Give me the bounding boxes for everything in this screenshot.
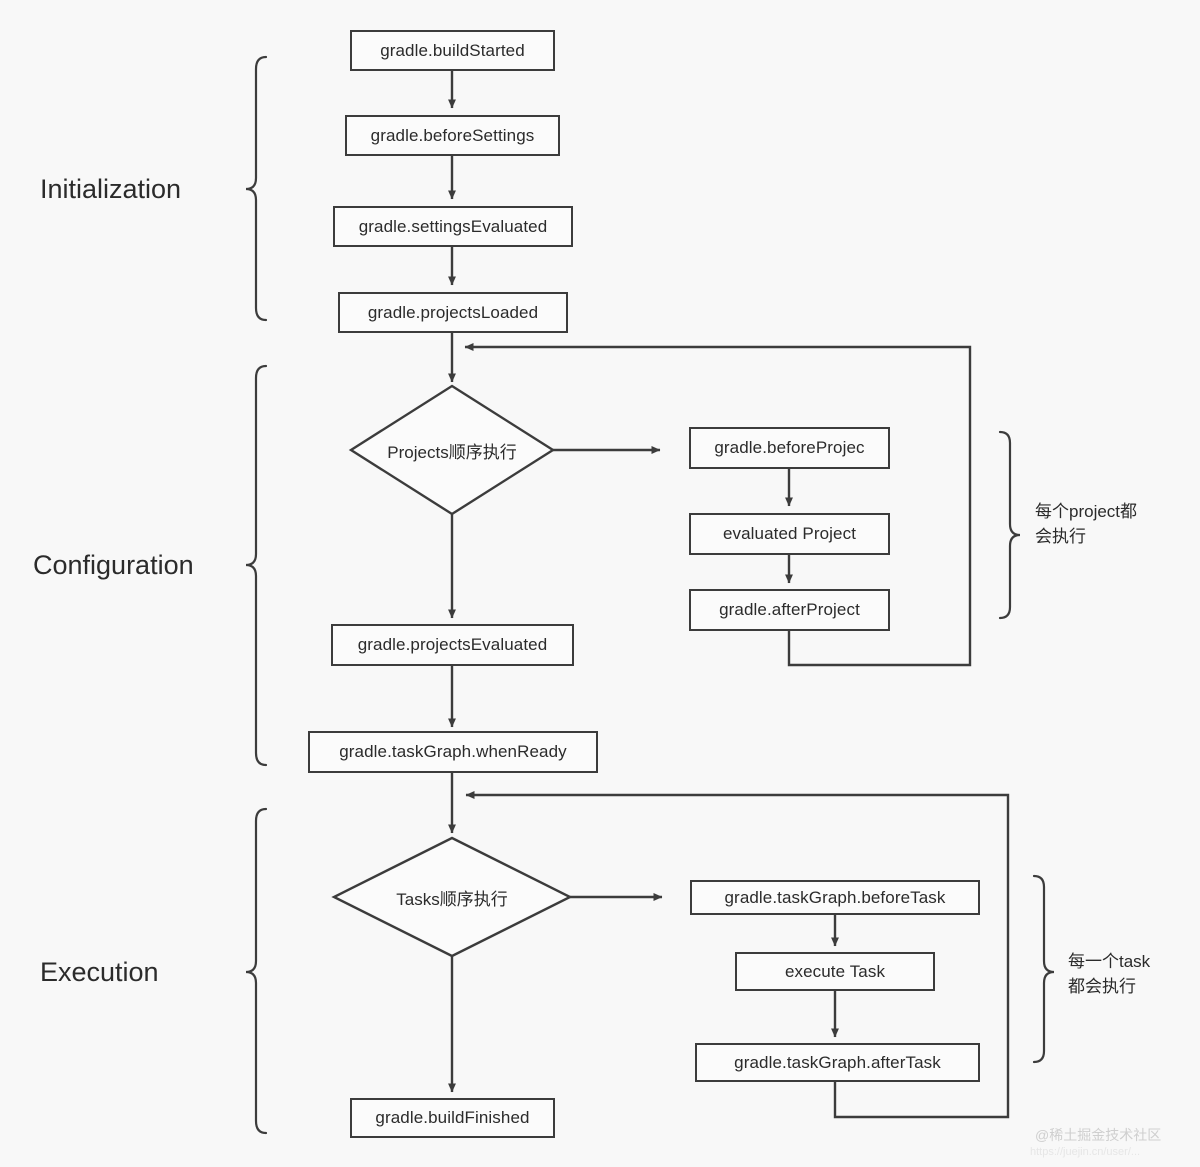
node-gradle-projects-loaded[interactable]: gradle.projectsLoaded: [338, 292, 568, 333]
node-evaluated-project[interactable]: evaluated Project: [689, 513, 890, 555]
stage-label-initialization: Initialization: [40, 174, 182, 204]
brace-initialization: [245, 55, 268, 322]
node-execute-task[interactable]: execute Task: [735, 952, 935, 991]
brace-configuration: [245, 364, 268, 767]
brace-per-project: [998, 430, 1021, 620]
node-tasks-decision-label[interactable]: Tasks顺序执行: [352, 883, 552, 911]
stage-label-execution: Execution: [40, 957, 159, 987]
node-gradle-after-project[interactable]: gradle.afterProject: [689, 589, 890, 631]
stage-label-configuration: Configuration: [33, 550, 194, 580]
node-gradle-taskgraph-whenready[interactable]: gradle.taskGraph.whenReady: [308, 731, 598, 773]
flowchart-canvas: Initialization Configuration Execution g…: [0, 0, 1200, 1167]
node-gradle-build-started[interactable]: gradle.buildStarted: [350, 30, 555, 71]
node-gradle-projects-evaluated[interactable]: gradle.projectsEvaluated: [331, 624, 574, 666]
watermark-handle: @稀土掘金技术社区: [1035, 1127, 1162, 1143]
node-projects-decision-label[interactable]: Projects顺序执行: [352, 436, 552, 464]
brace-per-task: [1032, 874, 1055, 1064]
node-gradle-build-finished[interactable]: gradle.buildFinished: [350, 1098, 555, 1138]
node-gradle-before-settings[interactable]: gradle.beforeSettings: [345, 115, 560, 156]
brace-execution: [245, 807, 268, 1135]
note-per-project: 每个project都 会执行: [1035, 502, 1138, 546]
node-gradle-taskgraph-after-task[interactable]: gradle.taskGraph.afterTask: [695, 1043, 980, 1082]
node-gradle-before-project[interactable]: gradle.beforeProjec: [689, 427, 890, 469]
note-per-task: 每一个task 都会执行: [1068, 952, 1151, 996]
watermark-url: https://juejin.cn/user/...: [1030, 1146, 1141, 1158]
node-gradle-settings-evaluated[interactable]: gradle.settingsEvaluated: [333, 206, 573, 247]
node-gradle-taskgraph-before-task[interactable]: gradle.taskGraph.beforeTask: [690, 880, 980, 915]
